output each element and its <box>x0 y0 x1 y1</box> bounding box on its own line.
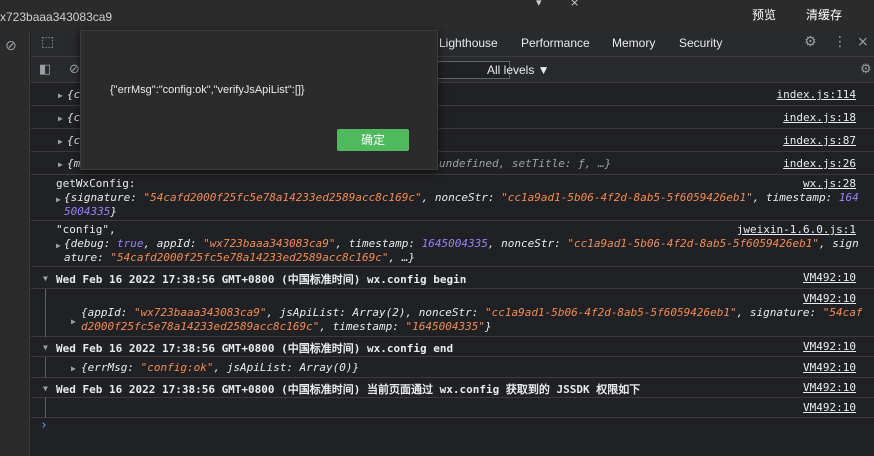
group-indent-line <box>45 357 46 378</box>
source-link[interactable]: jweixin-1.6.0.js:1 <box>737 223 856 236</box>
clear-console-icon[interactable]: ⊘ <box>69 62 80 77</box>
console-group-item: VM492:10 ▶ {appId: "wx723baaa343083ca9",… <box>31 289 874 337</box>
console-group-header[interactable]: ▼ Wed Feb 16 2022 17:38:56 GMT+0800 (中国标… <box>31 337 874 357</box>
console-group-item: VM492:10 <box>31 398 874 418</box>
expand-triangle-icon[interactable]: ▶ <box>56 195 61 204</box>
dialog-message: {"errMsg":"config:ok","verifyJsApiList":… <box>110 84 305 96</box>
confirm-button[interactable]: 确定 <box>337 129 409 151</box>
group-indent-line <box>45 398 46 418</box>
source-link[interactable]: index.js:26 <box>783 157 856 170</box>
source-link[interactable]: VM492:10 <box>803 381 856 394</box>
rotate-icon[interactable]: ⊘ <box>5 38 21 54</box>
collapse-triangle-icon[interactable]: ▼ <box>43 274 48 283</box>
more-options-icon[interactable]: ⋮ <box>833 34 847 50</box>
alert-dialog: {"errMsg":"config:ok","verifyJsApiList":… <box>80 30 438 170</box>
inspect-element-icon[interactable]: ⬚ <box>41 34 54 50</box>
source-link[interactable]: wx.js:28 <box>803 177 856 190</box>
log-levels-dropdown[interactable]: All levels ▼ <box>487 63 550 77</box>
app-id-label: x723baaa343083ca9 <box>0 10 113 24</box>
left-rail: ⊘ <box>0 30 30 456</box>
preview-button[interactable]: 预览 <box>752 6 776 23</box>
console-group-item: ▶ {errMsg: "config:ok", jsApiList: Array… <box>31 357 874 378</box>
console-group-header[interactable]: ▼ Wed Feb 16 2022 17:38:56 GMT+0800 (中国标… <box>31 267 874 289</box>
collapse-triangle-icon[interactable]: ▼ <box>43 384 48 393</box>
collapse-triangle-icon[interactable]: ▼ <box>43 343 48 352</box>
sidebar-toggle-icon[interactable]: ◧ <box>39 62 51 77</box>
clear-cache-button[interactable]: 清缓存 <box>806 6 842 23</box>
source-link[interactable]: VM492:10 <box>803 361 856 374</box>
source-link[interactable]: index.js:87 <box>783 134 856 147</box>
source-link[interactable]: VM492:10 <box>803 271 856 284</box>
top-bar: x723baaa343083ca9 ▾ × 预览 清缓存 <box>0 0 874 30</box>
tab-performance[interactable]: Performance <box>521 36 590 50</box>
close-devtools-icon[interactable]: × <box>857 34 869 50</box>
expand-triangle-icon[interactable]: ▶ <box>58 114 63 123</box>
tab-memory[interactable]: Memory <box>612 36 655 50</box>
source-link[interactable]: index.js:18 <box>783 111 856 124</box>
source-link[interactable]: index.js:114 <box>777 88 856 101</box>
console-group-header[interactable]: ▼ Wed Feb 16 2022 17:38:56 GMT+0800 (中国标… <box>31 378 874 398</box>
console-settings-icon[interactable]: ⚙ <box>860 62 872 77</box>
expand-triangle-icon[interactable]: ▶ <box>71 317 76 326</box>
source-link[interactable]: VM492:10 <box>803 292 856 305</box>
group-indent-line <box>45 289 46 337</box>
gear-icon[interactable]: ⚙ <box>804 34 817 50</box>
expand-triangle-icon[interactable]: ▶ <box>58 91 63 100</box>
tab-security[interactable]: Security <box>679 36 722 50</box>
expand-triangle-icon[interactable]: ▶ <box>58 160 63 169</box>
close-icon[interactable]: × <box>570 0 586 8</box>
console-prompt[interactable]: › <box>40 418 48 433</box>
log-row: getWxConfig: wx.js:28 ▶ {signature: "54c… <box>31 175 874 221</box>
bookmark-icon[interactable]: ▾ <box>536 0 552 8</box>
expand-triangle-icon[interactable]: ▶ <box>56 241 61 250</box>
source-link[interactable]: VM492:10 <box>803 340 856 353</box>
log-row: "config", jweixin-1.6.0.js:1 ▶ {debug: t… <box>31 221 874 267</box>
source-link[interactable]: VM492:10 <box>803 401 856 414</box>
expand-triangle-icon[interactable]: ▶ <box>71 364 76 373</box>
tab-lighthouse[interactable]: Lighthouse <box>439 36 498 50</box>
expand-triangle-icon[interactable]: ▶ <box>58 137 63 146</box>
